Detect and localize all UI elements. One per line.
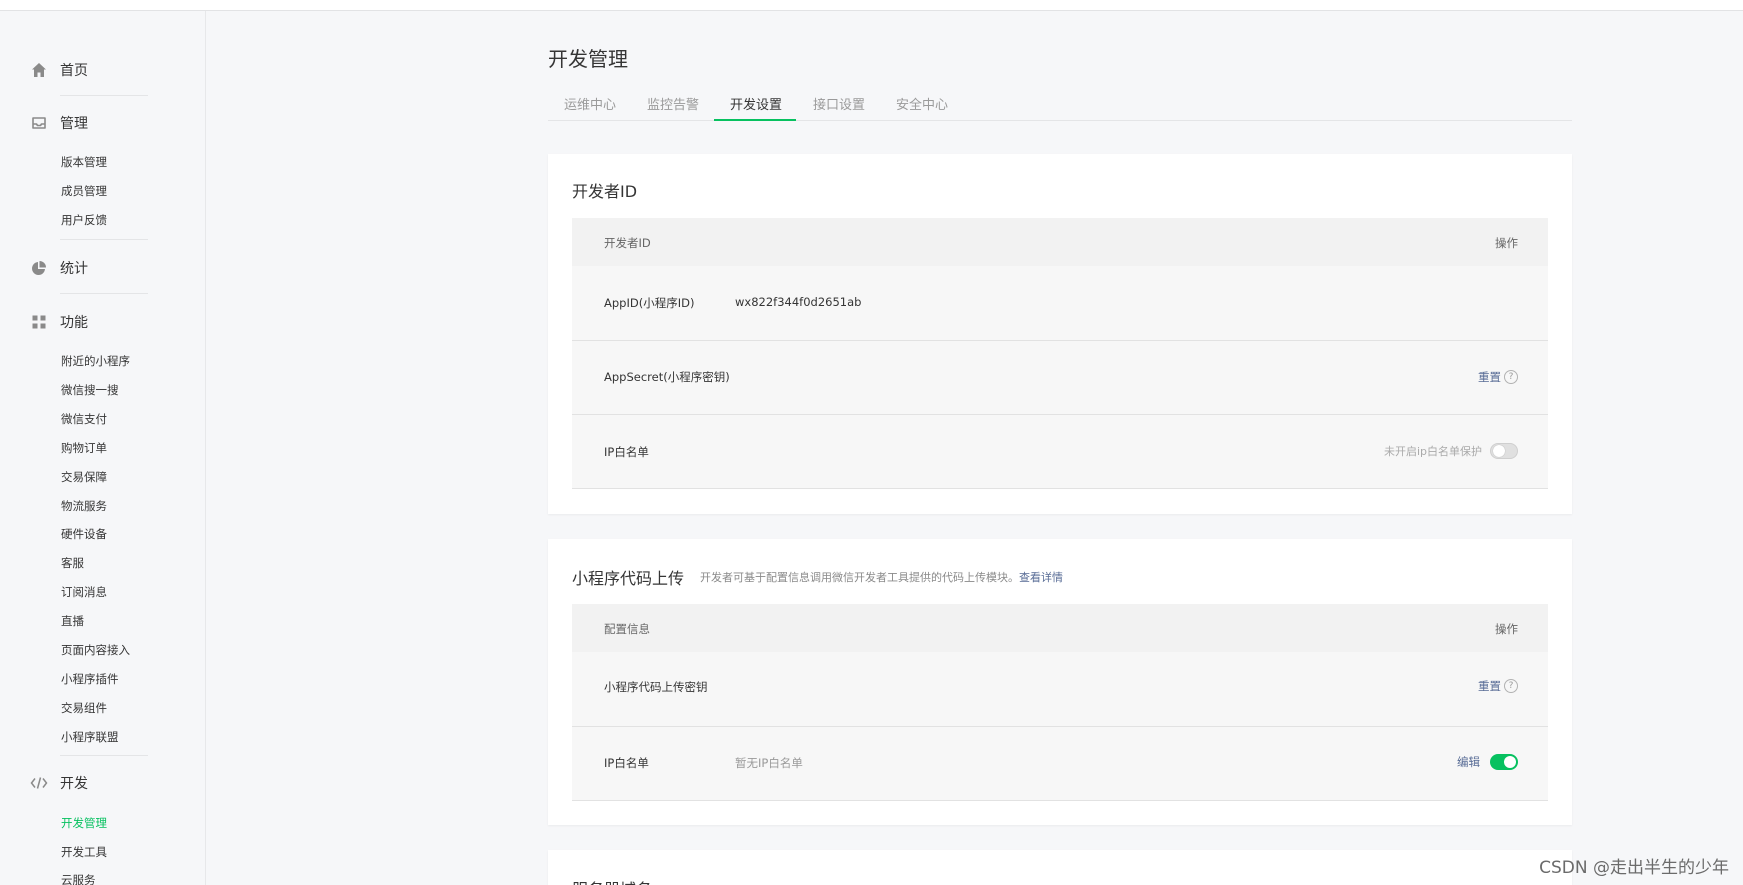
ip-whitelist-label: IP白名单	[604, 756, 649, 770]
tab-security-center[interactable]: 安全中心	[896, 94, 948, 113]
table-row-upload-key: 小程序代码上传密钥 重置 ?	[572, 652, 1548, 727]
sidebar-item-dev-manage[interactable]: 开发管理	[61, 815, 107, 831]
sidebar-item-dev-tools[interactable]: 开发工具	[61, 844, 107, 860]
edit-ip-whitelist-link[interactable]: 编辑	[1457, 754, 1480, 770]
ip-whitelist-value: 暂无IP白名单	[735, 756, 803, 770]
sidebar-item-content[interactable]: 页面内容接入	[61, 642, 130, 658]
column-header: 开发者ID	[604, 236, 651, 250]
sidebar-group-develop[interactable]: 开发	[30, 771, 148, 795]
view-details-link[interactable]: 查看详情	[1019, 571, 1063, 584]
sidebar-divider	[60, 239, 148, 240]
sidebar-group-stats[interactable]: 统计	[30, 256, 148, 280]
toggle-knob	[1493, 445, 1505, 457]
sidebar-item-orders[interactable]: 购物订单	[61, 440, 107, 456]
appsecret-actions: 重置 ?	[1478, 369, 1518, 385]
ip-protection-toggle[interactable]	[1490, 443, 1518, 459]
sidebar-item-logistics[interactable]: 物流服务	[61, 498, 107, 514]
appid-label: AppID(小程序ID)	[604, 296, 695, 310]
table-row-upload-ip-whitelist: IP白名单 暂无IP白名单 编辑	[572, 727, 1548, 801]
sidebar-group-home[interactable]: 首页	[30, 58, 148, 82]
pie-chart-icon	[30, 259, 48, 277]
tab-dev-settings[interactable]: 开发设置	[730, 94, 782, 113]
code-upload-card: 小程序代码上传 开发者可基于配置信息调用微信开发者工具提供的代码上传模块。查看详…	[548, 539, 1572, 825]
table-row-appsecret: AppSecret(小程序密钥) 重置 ?	[572, 341, 1548, 415]
sidebar-item-pay[interactable]: 微信支付	[61, 411, 107, 427]
table-header: 配置信息 操作	[572, 604, 1548, 652]
reset-secret-link[interactable]: 重置	[1478, 369, 1501, 385]
sidebar-item-subscribe[interactable]: 订阅消息	[61, 584, 107, 600]
card-description: 开发者可基于配置信息调用微信开发者工具提供的代码上传模块。查看详情	[700, 569, 1063, 585]
sidebar-home-label: 首页	[60, 63, 88, 79]
ip-whitelist-actions: 未开启ip白名单保护	[1384, 443, 1518, 459]
developer-id-table: 开发者ID 操作 AppID(小程序ID) wx822f344f0d2651ab…	[572, 218, 1548, 489]
appid-value: wx822f344f0d2651ab	[735, 295, 862, 309]
server-domain-card: 服务器域名	[548, 850, 1572, 885]
help-icon[interactable]: ?	[1504, 679, 1518, 693]
appsecret-label: AppSecret(小程序密钥)	[604, 370, 730, 384]
upload-ip-actions: 编辑	[1457, 754, 1518, 770]
sidebar-divider	[60, 95, 148, 96]
sidebar-item-version[interactable]: 版本管理	[61, 154, 107, 170]
upload-ip-toggle[interactable]	[1490, 754, 1518, 770]
active-tab-indicator	[714, 119, 796, 121]
inbox-icon	[30, 114, 48, 132]
sidebar-item-hardware[interactable]: 硬件设备	[61, 526, 107, 542]
sidebar-features-label: 功能	[60, 315, 88, 331]
sidebar-stats-label: 统计	[60, 261, 88, 277]
grid-icon	[30, 313, 48, 331]
sidebar-item-nearby[interactable]: 附近的小程序	[61, 353, 130, 369]
sidebar-group-manage[interactable]: 管理	[30, 111, 148, 135]
tab-monitoring[interactable]: 监控告警	[647, 94, 699, 113]
table-row-ip-whitelist: IP白名单 未开启ip白名单保护	[572, 415, 1548, 489]
tab-ops-center[interactable]: 运维中心	[564, 94, 616, 113]
page-title: 开发管理	[548, 47, 628, 71]
sidebar-divider	[60, 293, 148, 294]
sidebar-item-members[interactable]: 成员管理	[61, 183, 107, 199]
sidebar-item-live[interactable]: 直播	[61, 613, 84, 629]
home-icon	[30, 61, 48, 79]
sidebar-item-trade-component[interactable]: 交易组件	[61, 700, 107, 716]
card-title: 开发者ID	[572, 182, 638, 201]
sidebar-item-cloud[interactable]: 云服务	[61, 872, 96, 885]
sidebar-group-features[interactable]: 功能	[30, 310, 148, 334]
sidebar-item-alliance[interactable]: 小程序联盟	[61, 729, 119, 745]
description-text: 开发者可基于配置信息调用微信开发者工具提供的代码上传模块。	[700, 571, 1019, 584]
ip-whitelist-label: IP白名单	[604, 445, 649, 459]
sidebar-item-search[interactable]: 微信搜一搜	[61, 382, 119, 398]
reset-upload-key-link[interactable]: 重置	[1478, 678, 1501, 694]
tab-bar: 运维中心 监控告警 开发设置 接口设置 安全中心	[548, 86, 1572, 121]
code-upload-table: 配置信息 操作 小程序代码上传密钥 重置 ? IP白名单 暂无IP白名单 编辑	[572, 604, 1548, 801]
help-icon[interactable]: ?	[1504, 370, 1518, 384]
tab-api-settings[interactable]: 接口设置	[813, 94, 865, 113]
sidebar-item-service[interactable]: 客服	[61, 555, 84, 571]
card-title: 服务器域名	[572, 876, 652, 885]
sidebar-item-plugin[interactable]: 小程序插件	[61, 671, 119, 687]
sidebar-item-feedback[interactable]: 用户反馈	[61, 212, 107, 228]
sidebar-item-guarantee[interactable]: 交易保障	[61, 469, 107, 485]
card-title: 小程序代码上传	[572, 569, 685, 588]
ip-protection-hint: 未开启ip白名单保护	[1383, 445, 1482, 458]
sidebar: 首页 管理 版本管理 成员管理 用户反馈 统计 功能 附近的小程序 微信搜一搜 …	[0, 11, 206, 885]
sidebar-divider	[60, 755, 148, 756]
developer-id-card: 开发者ID 开发者ID 操作 AppID(小程序ID) wx822f344f0d…	[548, 154, 1572, 514]
sidebar-develop-label: 开发	[60, 776, 88, 792]
watermark: CSDN @走出半生的少年	[1539, 858, 1729, 878]
table-row-appid: AppID(小程序ID) wx822f344f0d2651ab	[572, 266, 1548, 341]
sidebar-manage-label: 管理	[60, 116, 88, 132]
upload-key-label: 小程序代码上传密钥	[604, 680, 708, 694]
column-header: 配置信息	[604, 622, 650, 636]
column-header-actions: 操作	[1495, 622, 1518, 636]
column-header-actions: 操作	[1495, 236, 1518, 250]
top-bar	[0, 0, 1743, 11]
toggle-knob	[1504, 756, 1516, 768]
table-header: 开发者ID 操作	[572, 218, 1548, 266]
code-icon	[30, 774, 48, 792]
upload-key-actions: 重置 ?	[1478, 678, 1518, 694]
